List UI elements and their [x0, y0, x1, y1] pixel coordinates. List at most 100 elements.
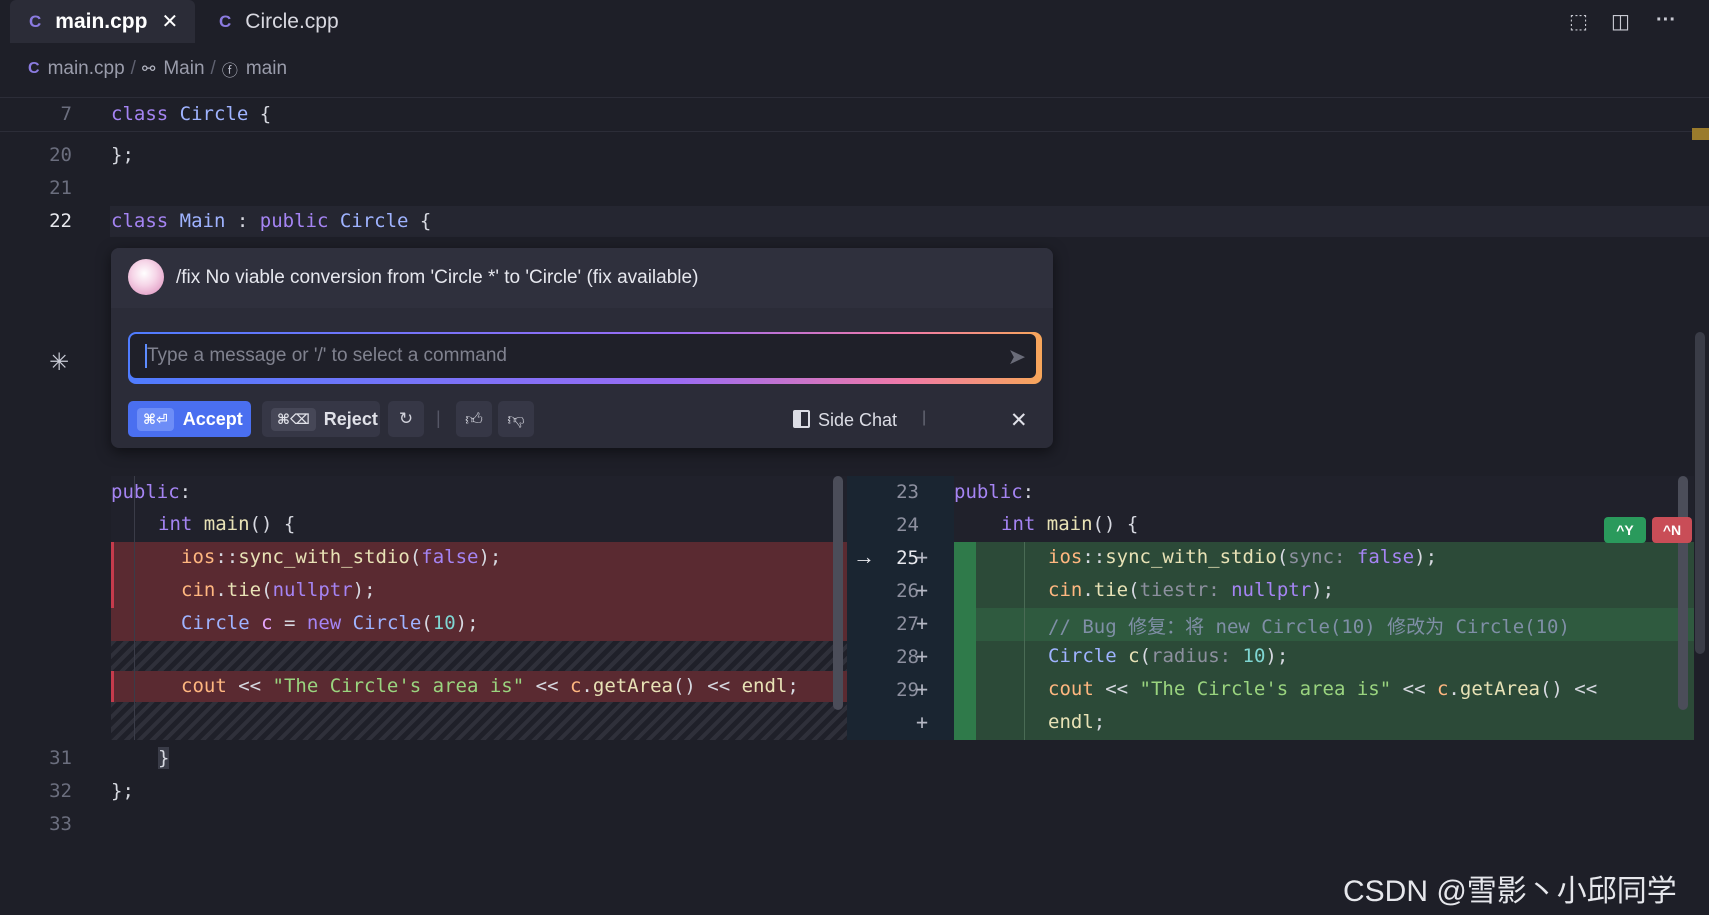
accept-change-button[interactable]: ^Y — [1604, 517, 1646, 543]
code-line[interactable]: public: — [111, 481, 191, 503]
line-number: 32 — [49, 780, 72, 802]
diff-gutter: 23 24 → 25 + 26 + 27 + 28 + 29 + + — [847, 476, 954, 740]
tab-bar: C main.cpp ✕ C Circle.cpp ⬚ ◫ ··· — [0, 0, 1709, 48]
code-line-22[interactable]: class Main : public Circle { — [111, 210, 431, 232]
side-chat-label: Side Chat — [818, 410, 898, 430]
plus-icon: + — [916, 677, 929, 701]
code-line-20[interactable]: }; — [111, 144, 134, 166]
plus-icon: + — [916, 611, 929, 635]
reject-button[interactable]: ⌘⌫ Reject — [262, 401, 380, 437]
close-icon[interactable]: ✕ — [161, 9, 178, 34]
shortcut-badge: ⌘⌫ — [271, 407, 316, 431]
reject-label: Reject — [323, 408, 378, 429]
deleted-marker — [111, 542, 114, 608]
chat-input-wrapper: ➤ — [128, 332, 1042, 384]
code-line-32[interactable]: }; — [111, 780, 134, 802]
line-number: 26 — [896, 580, 919, 602]
chat-header: /fix No viable conversion from 'Circle *… — [111, 248, 1053, 308]
more-actions-icon[interactable]: ··· — [1656, 9, 1676, 32]
scrollbar[interactable] — [833, 476, 843, 710]
tab-main-cpp[interactable]: C main.cpp ✕ — [10, 0, 195, 43]
class-icon: ⚯ — [141, 61, 156, 78]
indent-guide — [1024, 542, 1025, 740]
regenerate-button[interactable]: ↻ — [388, 401, 424, 437]
breadcrumb-file[interactable]: main.cpp — [48, 58, 125, 80]
code-line[interactable]: cout << "The Circle's area is" << c.getA… — [181, 675, 799, 697]
thumbs-up-button[interactable]: 👍︎ — [456, 401, 492, 437]
line-number: 31 — [49, 747, 72, 769]
thumbs-down-button[interactable]: 👎︎ — [498, 401, 534, 437]
code-line[interactable]: cout << "The Circle's area is" << c.getA… — [1048, 678, 1597, 700]
chat-input[interactable] — [130, 334, 1036, 378]
line-number: 23 — [896, 481, 919, 503]
avatar — [128, 259, 164, 295]
compare-changes-icon[interactable]: ⬚ — [1569, 9, 1588, 34]
line-number: 29 — [896, 679, 919, 701]
line-number: 7 — [60, 103, 72, 125]
line-number: 27 — [896, 613, 919, 635]
line-number: 24 — [896, 514, 919, 536]
thumbs-up-icon: 👍︎ — [465, 409, 483, 429]
line-number: 33 — [49, 813, 72, 835]
text-caret — [145, 344, 147, 368]
minimap-marker — [1692, 128, 1709, 140]
watermark: CSDN @雪影丶小邱同学 — [1343, 875, 1677, 908]
code-line-7[interactable]: class Circle { — [111, 103, 271, 125]
code-line[interactable]: Circle c = new Circle(10); — [181, 612, 479, 634]
breadcrumb-class[interactable]: Main — [163, 58, 204, 80]
thumbs-down-icon: 👎︎ — [507, 409, 525, 429]
side-panel-icon — [793, 410, 810, 428]
side-chat-button[interactable]: Side Chat — [793, 410, 897, 431]
function-icon: ⓕ — [221, 63, 238, 80]
plus-icon: + — [916, 644, 929, 668]
code-line[interactable]: endl; — [1048, 711, 1105, 733]
toolbar-separator: | — [922, 409, 927, 426]
accept-button[interactable]: ⌘⏎ Accept — [128, 401, 251, 437]
cpp-file-icon: C — [28, 60, 40, 77]
line-number: 20 — [49, 144, 72, 166]
code-line[interactable]: public: — [954, 481, 1034, 503]
scrollbar[interactable] — [1678, 476, 1688, 710]
code-line[interactable]: cin.tie(tiestr: nullptr); — [1048, 579, 1334, 601]
line-number: 28 — [896, 646, 919, 668]
line-number: 25 — [896, 547, 919, 569]
ai-sparkle-icon[interactable]: ✳ — [49, 348, 69, 377]
tab-circle-cpp[interactable]: C Circle.cpp — [219, 0, 339, 43]
cpp-file-icon: C — [219, 11, 232, 31]
split-editor-icon[interactable]: ◫ — [1611, 9, 1630, 34]
plus-icon: + — [916, 545, 929, 569]
tab-label: main.cpp — [55, 9, 148, 33]
code-line[interactable]: int main() { — [158, 513, 295, 535]
accept-label: Accept — [182, 408, 243, 429]
plus-icon: + — [916, 710, 929, 734]
code-line[interactable]: int main() { — [1001, 513, 1138, 535]
diff-original-pane[interactable]: public: int main() { ios::sync_with_stdi… — [111, 476, 847, 740]
line-number: 22 — [49, 210, 72, 232]
breadcrumb-separator: / — [130, 58, 136, 79]
toolbar-separator: | — [436, 408, 441, 428]
shortcut-badge: ⌘⏎ — [137, 407, 174, 431]
code-line[interactable]: ios::sync_with_stdio(false); — [181, 546, 501, 568]
code-line[interactable]: // Bug 修复：将 new Circle(10) 修改为 Circle(10… — [1048, 612, 1570, 639]
refresh-icon: ↻ — [398, 409, 414, 428]
code-line[interactable]: cin.tie(nullptr); — [181, 579, 376, 601]
code-line[interactable]: ios::sync_with_stdio(sync: false); — [1048, 546, 1437, 568]
plus-icon: + — [916, 578, 929, 602]
breadcrumb-function[interactable]: main — [246, 58, 287, 80]
deleted-marker — [111, 671, 114, 702]
breadcrumb-separator: / — [210, 58, 216, 79]
added-marker — [954, 542, 976, 740]
code-line[interactable]: Circle c(radius: 10); — [1048, 645, 1288, 667]
indent-guide — [134, 476, 135, 740]
diff-filler-hatch — [111, 702, 847, 740]
close-icon[interactable]: ✕ — [1010, 408, 1028, 433]
code-line-31[interactable]: } — [158, 747, 170, 769]
inline-chat-widget: /fix No viable conversion from 'Circle *… — [111, 248, 1053, 448]
reject-change-button[interactable]: ^N — [1652, 517, 1692, 543]
tab-label: Circle.cpp — [245, 9, 339, 33]
diff-modified-pane[interactable]: public: int main() { ios::sync_with_stdi… — [954, 476, 1694, 740]
editor-scrollbar[interactable] — [1695, 332, 1705, 654]
chat-prompt-title: /fix No viable conversion from 'Circle *… — [176, 267, 699, 288]
line-number: 21 — [49, 177, 72, 199]
send-icon[interactable]: ➤ — [1008, 344, 1026, 370]
